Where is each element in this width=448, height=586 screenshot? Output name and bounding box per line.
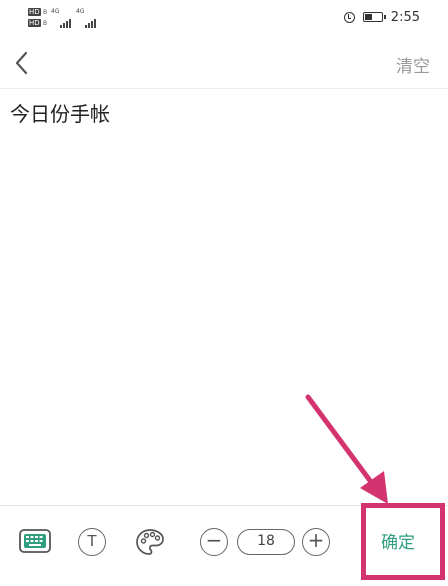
clear-button[interactable]: 清空 — [396, 52, 430, 77]
decrease-font-size-button[interactable]: − — [200, 528, 228, 556]
chevron-left-icon — [15, 51, 28, 75]
back-button[interactable] — [10, 46, 38, 80]
palette-icon — [136, 529, 164, 555]
text-editor[interactable]: 今日份手帐 — [10, 98, 438, 493]
hd-sub-2: B — [43, 20, 48, 27]
keyboard-icon — [19, 529, 51, 553]
font-size-field[interactable]: 18 — [237, 529, 295, 555]
signal-indicators: HD B HD B 4G 4G — [28, 6, 108, 30]
network-label-2: 4G — [76, 8, 85, 15]
bottom-toolbar: T − 18 + 确定 — [0, 505, 448, 581]
alarm-icon — [343, 11, 355, 23]
signal-1-icon — [60, 19, 71, 28]
signal-2-icon — [85, 19, 96, 28]
status-right: 2:55 — [343, 9, 420, 25]
hd-sub-1: B — [43, 9, 48, 16]
confirm-button[interactable]: 确定 — [366, 520, 430, 566]
increase-font-size-button[interactable]: + — [302, 528, 330, 556]
status-bar: HD B HD B 4G 4G 2:55 — [0, 0, 448, 34]
hd-badge-1: HD — [28, 8, 41, 16]
nav-bar: 清空 — [0, 40, 448, 89]
network-label-1: 4G — [51, 8, 60, 15]
hd-badge-2: HD — [28, 19, 41, 27]
battery-icon — [362, 12, 386, 22]
status-time: 2:55 — [390, 9, 420, 25]
keyboard-button[interactable] — [18, 527, 52, 557]
text-format-button[interactable]: T — [78, 528, 106, 556]
color-palette-button[interactable] — [134, 526, 166, 558]
